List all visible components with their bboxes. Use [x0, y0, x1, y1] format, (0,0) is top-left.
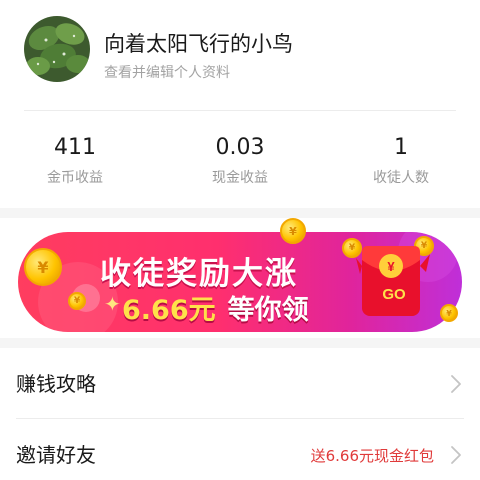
stat-label: 收徒人数 — [373, 170, 429, 186]
section-gap — [0, 338, 480, 348]
avatar-image — [24, 16, 90, 82]
avatar[interactable] — [24, 16, 90, 82]
svg-text:¥: ¥ — [387, 259, 395, 274]
menu-item-label: 邀请好友 — [16, 443, 96, 467]
profile-header[interactable]: 向着太阳飞行的小鸟 查看并编辑个人资料 — [0, 0, 480, 110]
banner-headline: 收徒奖励大涨 — [100, 256, 298, 292]
section-gap — [0, 208, 480, 218]
banner-subline: 6.66元 等你领 — [122, 288, 309, 327]
username: 向着太阳飞行的小鸟 — [104, 32, 293, 56]
menu-item-earning-guide[interactable]: 赚钱攻略 — [0, 348, 480, 418]
stat-label: 金币收益 — [47, 170, 103, 186]
coin-icon: ¥ — [440, 304, 458, 322]
stat-label: 现金收益 — [212, 170, 268, 186]
coin-icon: ¥ — [24, 248, 62, 286]
stat-value: 411 — [54, 135, 96, 160]
stat-value: 1 — [394, 135, 408, 160]
stat-coin-income[interactable]: 411 金币收益 — [5, 133, 145, 187]
chevron-right-icon — [451, 446, 461, 464]
envelope-go-label: GO — [382, 286, 406, 303]
banner-amount: 6.66元 — [122, 295, 216, 326]
stat-apprentice-count[interactable]: 1 收徒人数 — [331, 133, 471, 187]
sparkle-icon: ✦ — [104, 292, 121, 316]
stats-row: 411 金币收益 0.03 现金收益 1 收徒人数 — [0, 111, 480, 208]
edit-profile-link[interactable]: 查看并编辑个人资料 — [104, 62, 230, 82]
menu-item-invite-friends[interactable]: 邀请好友 送6.66元现金红包 — [0, 419, 480, 480]
promo-banner[interactable]: ¥ ¥ ¥ ¥ ¥ ¥ 收徒奖励大涨 ✦ 6.66元 等你领 ¥ GO — [18, 218, 462, 332]
chevron-right-icon — [451, 375, 461, 393]
stat-value: 0.03 — [215, 135, 265, 160]
red-envelope-icon: ¥ — [356, 246, 430, 316]
menu-item-label: 赚钱攻略 — [16, 372, 96, 396]
stat-cash-income[interactable]: 0.03 现金收益 — [170, 133, 310, 187]
coin-icon: ¥ — [68, 292, 86, 310]
banner-suffix: 等你领 — [227, 295, 309, 326]
reward-badge: 送6.66元现金红包 — [310, 447, 434, 465]
coin-icon: ¥ — [280, 218, 306, 244]
